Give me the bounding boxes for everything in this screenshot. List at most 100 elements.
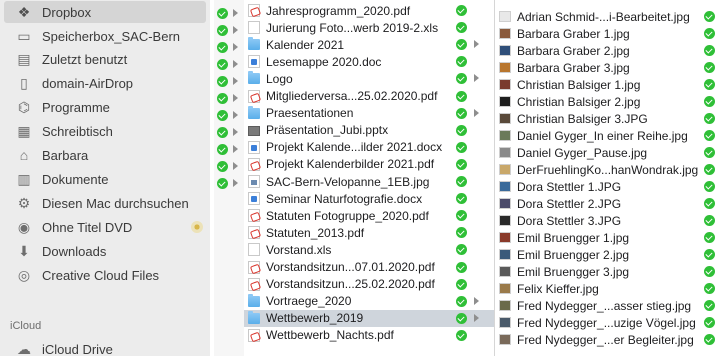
chevron-right-icon[interactable] (474, 74, 479, 83)
image-thumbnail-icon (499, 181, 511, 192)
file-row[interactable]: Statuten Fotogruppe_2020.pdf (244, 207, 494, 224)
sidebar-item[interactable]: ⌂ Barbara (0, 144, 210, 166)
file-row[interactable]: Kalender 2021 (244, 36, 494, 53)
file-row[interactable]: Barbara Graber 2.jpg (495, 42, 726, 59)
file-row[interactable]: Projekt Kalenderbilder 2021.pdf (244, 156, 494, 173)
file-row[interactable]: Statuten_2013.pdf (244, 224, 494, 241)
file-row[interactable]: Christian Balsiger 2.jpg (495, 93, 726, 110)
file-row[interactable]: DerFruehlingKo...hanWondrak.jpg (495, 161, 726, 178)
chevron-right-icon[interactable] (233, 60, 238, 68)
chevron-right-icon[interactable] (233, 145, 238, 153)
sidebar-item-label: Ohne Titel DVD (42, 219, 133, 235)
file-row[interactable]: Praesentationen (244, 105, 494, 122)
sync-check-icon (217, 76, 228, 87)
file-name: Daniel Gyger_In einer Reihe.jpg (517, 128, 688, 143)
file-row[interactable]: Projekt Kalende...ilder 2021.docx (244, 139, 494, 156)
applications-icon: ⌬ (17, 98, 31, 115)
sidebar-item[interactable]: ⚙ Diesen Mac durchsuchen (0, 192, 210, 214)
chevron-right-icon[interactable] (474, 296, 479, 305)
file-row[interactable]: Lesemappe 2020.doc (244, 53, 494, 70)
folder-file-icon (248, 310, 260, 324)
chevron-right-icon[interactable] (474, 40, 479, 49)
file-row[interactable]: Jahresprogramm_2020.pdf (244, 2, 494, 19)
file-row[interactable]: Emil Bruengger 3.jpg (495, 263, 726, 280)
file-row[interactable]: Jurierung Foto...werb 2019-2.xls (244, 19, 494, 36)
sync-check-icon (456, 227, 467, 239)
chevron-right-icon[interactable] (233, 43, 238, 51)
file-row[interactable]: Daniel Gyger_In einer Reihe.jpg (495, 127, 726, 144)
file-row[interactable]: SAC-Bern-Velopanne_1EB.jpg (244, 173, 494, 190)
sidebar-item[interactable]: ⬇ Downloads (0, 240, 210, 262)
file-name: Dora Stettler 1.JPG (517, 179, 622, 194)
sync-check-icon (704, 181, 715, 192)
file-row[interactable]: Christian Balsiger 1.jpg (495, 76, 726, 93)
file-name: Adrian Schmid-...i-Bearbeitet.jpg (517, 9, 690, 24)
sync-check-icon (704, 45, 715, 56)
file-row[interactable]: Emil Bruengger 2.jpg (495, 246, 726, 263)
file-row[interactable]: Emil Bruengger 1.jpg (495, 229, 726, 246)
chevron-right-icon[interactable] (233, 162, 238, 170)
sync-check-icon (704, 232, 715, 243)
sidebar-item[interactable]: ▦ Schreibtisch (0, 120, 210, 142)
sidebar-item-label: Creative Cloud Files (42, 267, 160, 283)
file-row[interactable]: Fred Nydegger_...uzige Vögel.jpg (495, 314, 726, 331)
file-row[interactable]: Barbara Graber 3.jpg (495, 59, 726, 76)
chevron-right-icon[interactable] (474, 108, 479, 117)
sync-check-icon (704, 164, 715, 175)
pdf-file-icon (248, 4, 260, 17)
file-row[interactable]: Dora Stettler 1.JPG (495, 178, 726, 195)
file-row[interactable]: Präsentation_Jubi.pptx (244, 122, 494, 139)
sync-check-icon (456, 141, 467, 153)
file-row[interactable]: Logo (244, 70, 494, 87)
sidebar-item[interactable]: ❖ Dropbox (4, 1, 206, 23)
file-row[interactable]: Vorstandsitzun...07.01.2020.pdf (244, 259, 494, 276)
sidebar-item[interactable]: ▭ Speicherbox_SAC-Bern (0, 25, 210, 47)
file-row[interactable]: Mitgliederversa...25.02.2020.pdf (244, 88, 494, 105)
file-name: Emil Bruengger 2.jpg (517, 247, 630, 262)
file-row[interactable]: Fred Nydegger_...asser stieg.jpg (495, 297, 726, 314)
chevron-right-icon[interactable] (233, 9, 238, 17)
sidebar-item[interactable]: ▤ Zuletzt benutzt (0, 48, 210, 70)
chevron-right-icon[interactable] (233, 94, 238, 102)
chevron-right-icon[interactable] (474, 313, 479, 322)
file-row[interactable]: Daniel Gyger_Pause.jpg (495, 144, 726, 161)
file-row[interactable]: Wettbewerb_2019 (244, 309, 494, 327)
sidebar-item[interactable]: ◉ Ohne Titel DVD (0, 216, 210, 238)
sidebar-item-icloud-drive[interactable]: ☁ iCloud Drive (0, 338, 210, 356)
eject-icon[interactable] (191, 221, 203, 233)
file-name: Vortraege_2020 (266, 294, 352, 309)
sidebar-item[interactable]: ▯ domain-AirDrop (0, 72, 210, 94)
file-name: Vorstand.xls (266, 242, 332, 257)
file-name: Vorstandsitzun...07.01.2020.pdf (266, 260, 435, 274)
chevron-right-icon[interactable] (233, 179, 238, 187)
sidebar-item[interactable]: ◎ Creative Cloud Files (0, 264, 210, 286)
file-name: Mitgliederversa...25.02.2020.pdf (266, 89, 438, 103)
sidebar-item[interactable]: ▥ Dokumente (0, 168, 210, 190)
chevron-right-icon[interactable] (233, 111, 238, 119)
sync-check-icon (456, 5, 467, 16)
file-row[interactable]: Vortraege_2020 (244, 293, 494, 310)
file-row[interactable]: Fred Nydegger_...er Begleiter.jpg (495, 331, 726, 348)
file-row[interactable]: Felix Kieffer.jpg (495, 280, 726, 297)
sync-check-icon (217, 110, 228, 121)
file-name: Statuten Fotogruppe_2020.pdf (266, 208, 429, 223)
file-row[interactable]: Adrian Schmid-...i-Bearbeitet.jpg (495, 8, 726, 25)
file-row[interactable]: Dora Stettler 2.JPG (495, 195, 726, 212)
chevron-right-icon[interactable] (233, 77, 238, 85)
file-row[interactable]: Wettbewerb_Nachts.pdf (244, 327, 494, 344)
chevron-right-icon[interactable] (233, 26, 238, 34)
file-row[interactable]: Barbara Graber 1.jpg (495, 25, 726, 42)
file-row[interactable]: Vorstandsitzun...25.02.2020.pdf (244, 276, 494, 293)
sync-check-icon (704, 11, 715, 22)
file-row[interactable]: Seminar Naturfotografie.docx (244, 190, 494, 207)
sync-check-icon (704, 215, 715, 226)
file-row[interactable]: Dora Stettler 3.JPG (495, 212, 726, 229)
folder-file-icon (248, 105, 260, 119)
sidebar-item[interactable]: ⌬ Programme (0, 96, 210, 118)
sync-check-icon (456, 193, 467, 205)
file-row[interactable]: Vorstand.xls (244, 241, 494, 258)
file-row[interactable]: Christian Balsiger 3.JPG (495, 110, 726, 127)
chevron-right-icon[interactable] (233, 128, 238, 136)
documents-icon: ▥ (17, 170, 31, 187)
sync-check-icon (704, 283, 715, 294)
